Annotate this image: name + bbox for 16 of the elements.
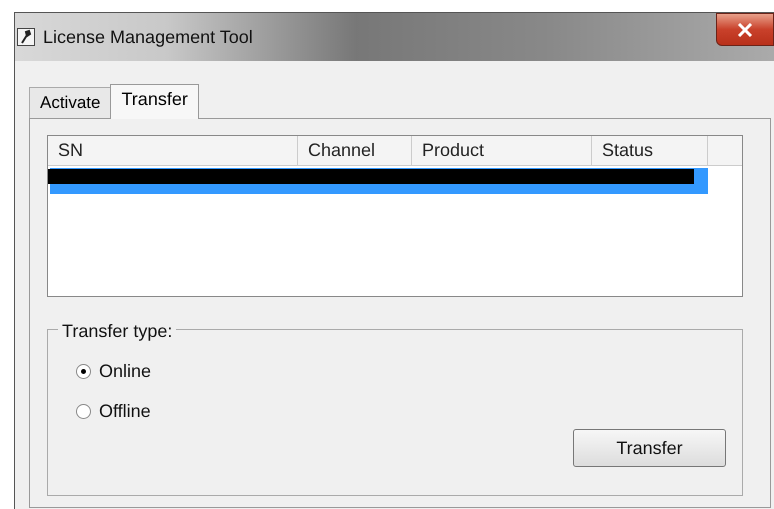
- wrench-icon: [17, 28, 35, 46]
- column-header[interactable]: Channel: [298, 136, 412, 166]
- radio-button[interactable]: [76, 404, 91, 419]
- tab[interactable]: Transfer: [110, 84, 199, 119]
- tab[interactable]: Activate: [29, 87, 110, 118]
- close-icon: [737, 22, 753, 36]
- radio-option[interactable]: Offline: [76, 398, 151, 425]
- column-header[interactable]: SN: [48, 136, 298, 166]
- transfer-button[interactable]: Transfer: [573, 429, 726, 467]
- window-title: License Management Tool: [43, 26, 253, 49]
- column-header[interactable]: Product: [412, 136, 592, 166]
- close-button[interactable]: [716, 13, 774, 46]
- column-header[interactable]: Status: [592, 136, 708, 166]
- list-row[interactable]: [50, 168, 708, 194]
- radio-option[interactable]: Online: [76, 358, 152, 385]
- radio-button[interactable]: [76, 364, 91, 379]
